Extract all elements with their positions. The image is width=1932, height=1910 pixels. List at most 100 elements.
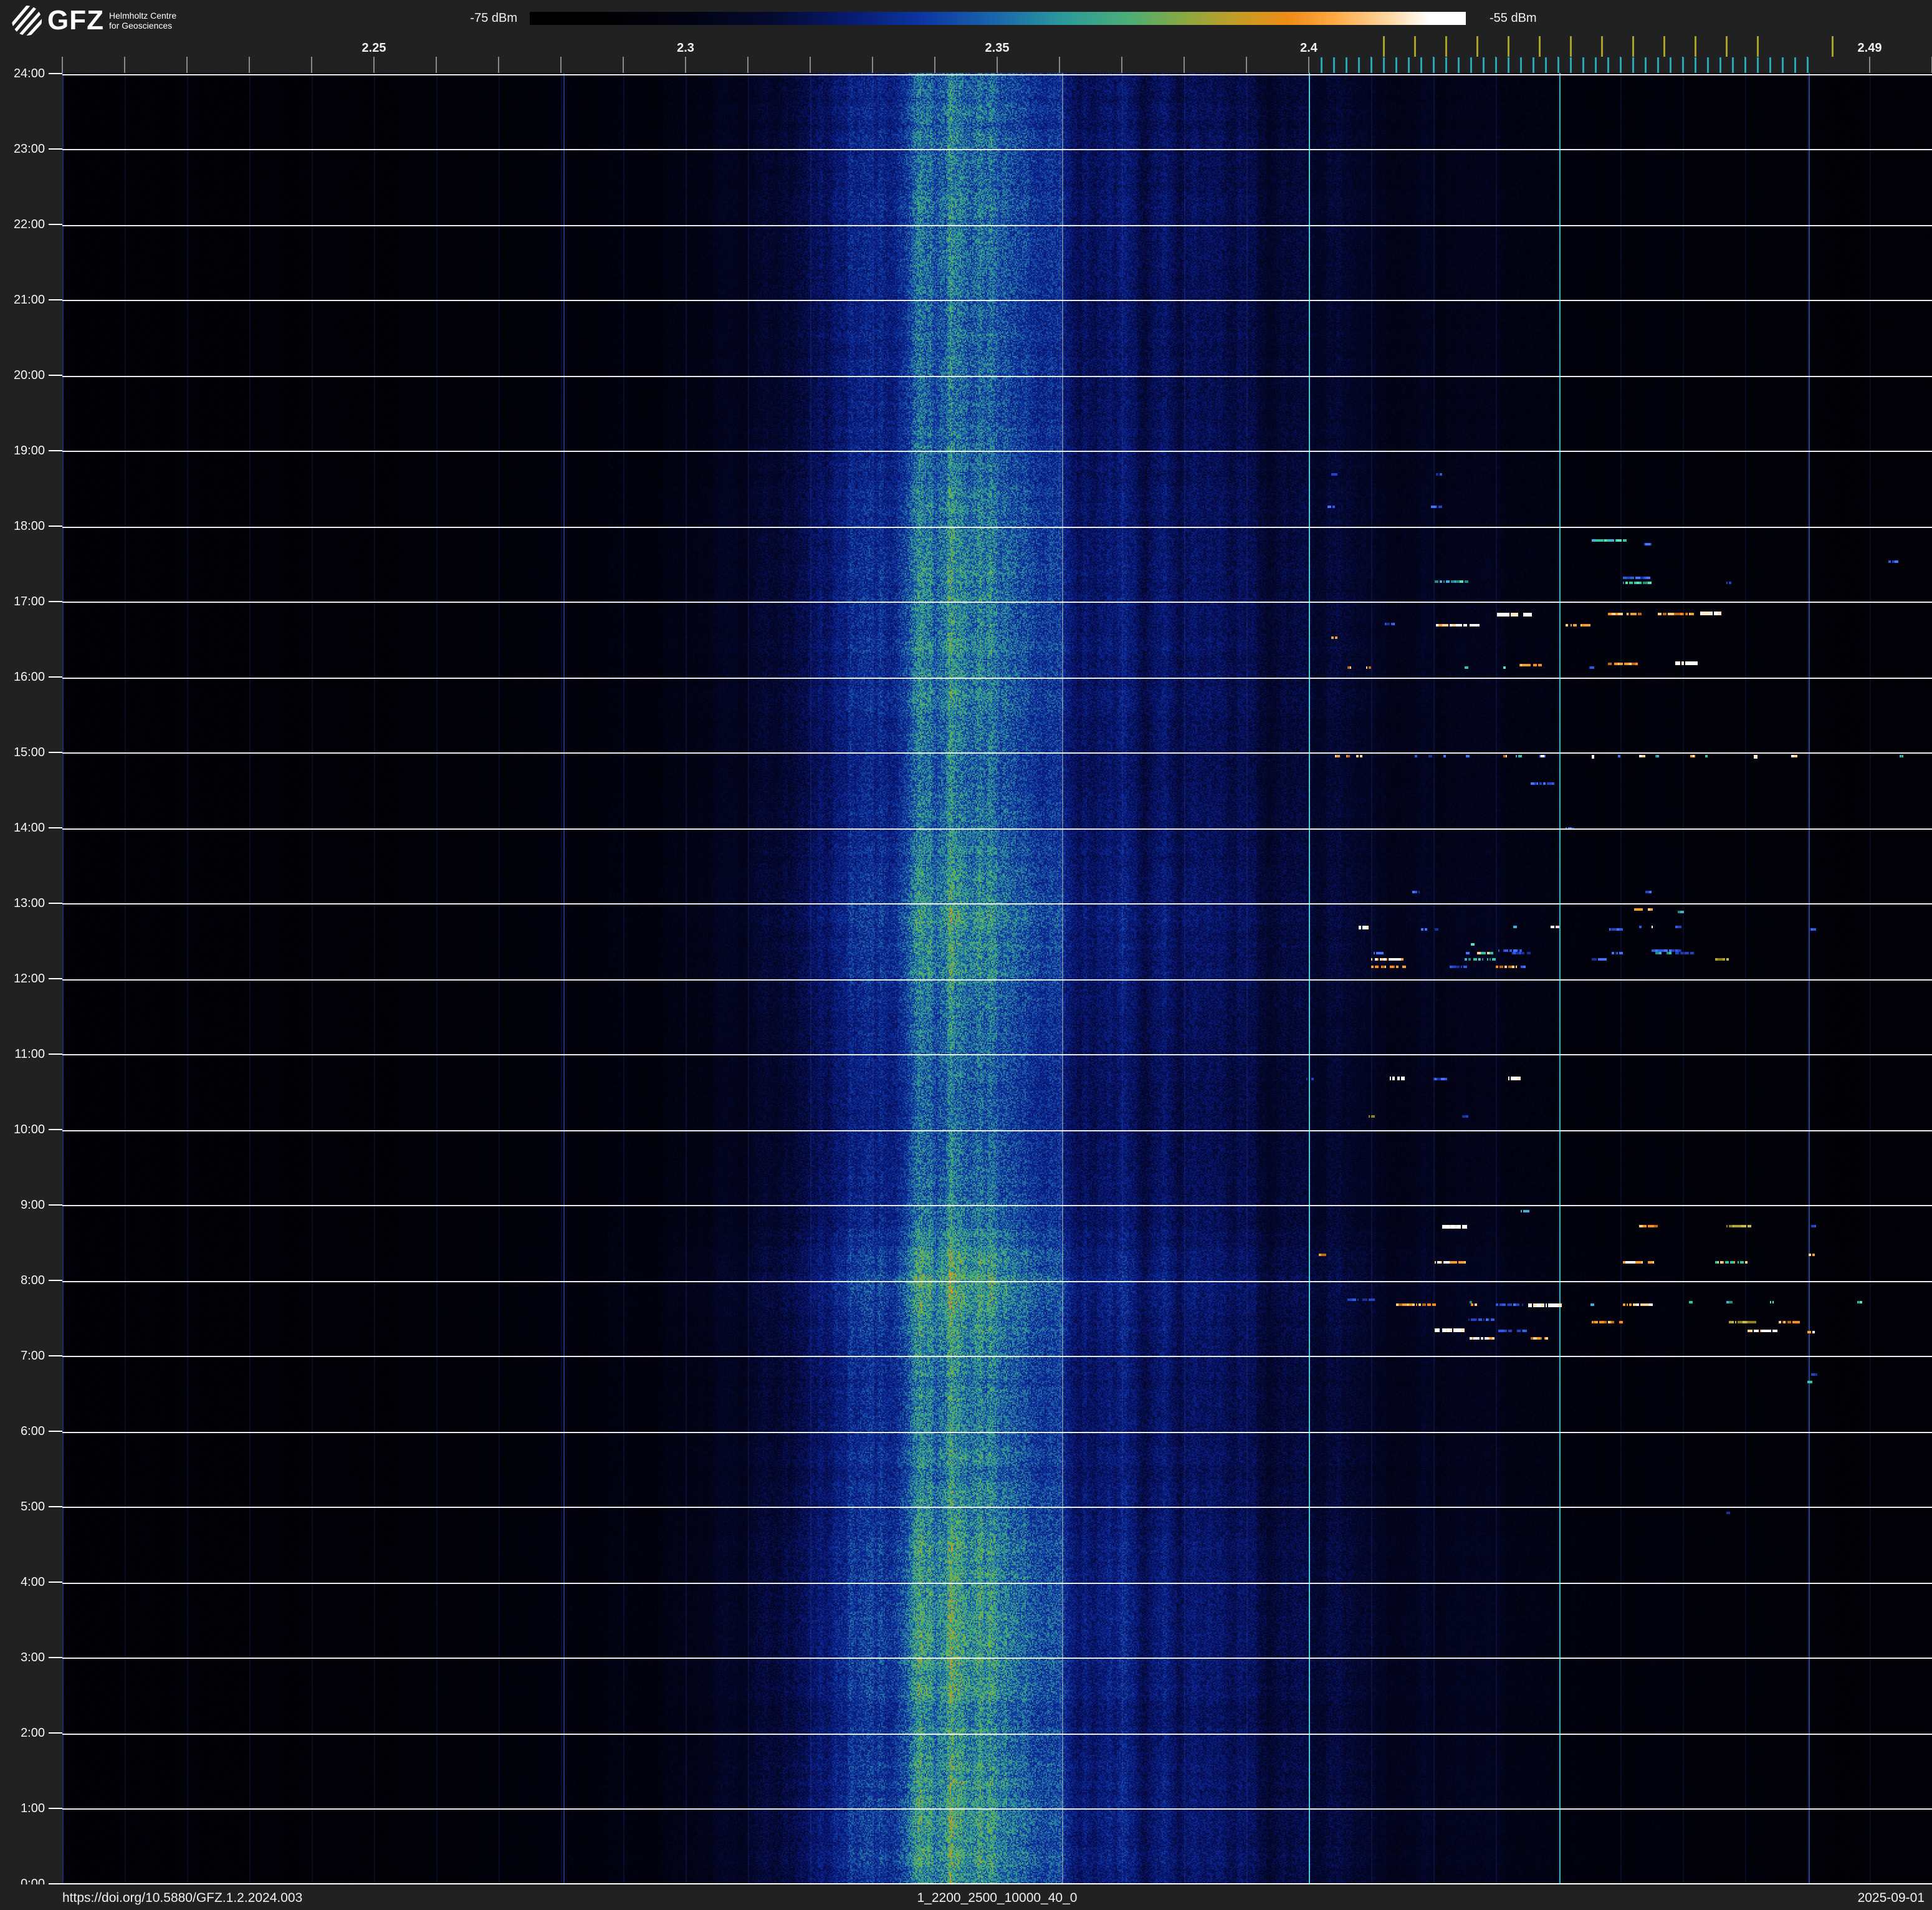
freq-label: 2.49	[1857, 41, 1882, 55]
time-label: 3:00	[21, 1651, 45, 1664]
hour-tick	[49, 827, 62, 828]
logo-acronym: GFZ	[47, 5, 104, 36]
time-label: 7:00	[21, 1349, 45, 1363]
time-label: 6:00	[21, 1424, 45, 1438]
time-label: 5:00	[21, 1500, 45, 1514]
ble-channel-tick	[1657, 57, 1659, 73]
time-label: 19:00	[13, 444, 45, 458]
freq-tick	[311, 57, 312, 73]
ble-channel-tick	[1769, 57, 1771, 73]
hour-tick	[49, 1657, 62, 1658]
time-label: 13:00	[13, 896, 45, 910]
ble-channel-tick	[1557, 57, 1559, 73]
hour-tick	[49, 1280, 62, 1281]
hour-tick	[49, 148, 62, 150]
time-label: 22:00	[13, 218, 45, 231]
ble-channel-tick	[1620, 57, 1622, 73]
freq-label: 2.4	[1300, 41, 1317, 55]
wifi-channel-tick	[1445, 36, 1447, 57]
time-label: 24:00	[13, 67, 45, 80]
wifi-channel-tick	[1601, 36, 1603, 57]
ble-channel-tick	[1533, 57, 1534, 73]
time-label: 17:00	[13, 595, 45, 608]
time-label: 21:00	[13, 293, 45, 307]
freq-tick	[62, 57, 63, 73]
footer-bar: https://doi.org/10.5880/GFZ.1.2.2024.003…	[0, 1884, 1932, 1910]
time-label: 4:00	[21, 1575, 45, 1589]
time-label: 10:00	[13, 1123, 45, 1136]
logo-subtitle: Helmholtz Centre for Geosciences	[108, 11, 177, 31]
ble-channel-tick	[1645, 57, 1647, 73]
ble-channel-tick	[1707, 57, 1709, 73]
time-label: 15:00	[13, 746, 45, 759]
ble-channel-tick	[1757, 57, 1759, 73]
wifi-channel-tick	[1476, 36, 1478, 57]
freq-label: 2.25	[361, 41, 386, 55]
ble-channel-tick	[1383, 57, 1385, 73]
ble-channel-tick	[1495, 57, 1497, 73]
time-label: 11:00	[14, 1047, 45, 1061]
freq-label: 2.3	[677, 41, 694, 55]
wifi-channel-tick	[1539, 36, 1541, 57]
freq-tick	[1184, 57, 1185, 73]
ble-channel-tick	[1719, 57, 1721, 73]
ble-channel-tick	[1682, 57, 1684, 73]
ble-channel-tick	[1321, 57, 1322, 73]
time-label: 9:00	[21, 1198, 45, 1212]
dataset-name: 1_2200_2500_10000_40_0	[917, 1891, 1078, 1905]
ble-channel-tick	[1520, 57, 1522, 73]
freq-tick	[1246, 57, 1247, 73]
ble-channel-tick	[1346, 57, 1347, 73]
hour-tick	[49, 224, 62, 225]
spectrogram-canvas	[62, 73, 1932, 1884]
time-label: 14:00	[13, 821, 45, 835]
ble-channel-tick	[1695, 57, 1696, 73]
hour-tick	[49, 73, 62, 74]
colorbar-max-label: -55 dBm	[1490, 11, 1537, 25]
ble-channel-tick	[1607, 57, 1609, 73]
hour-tick	[49, 1808, 62, 1809]
ble-channel-tick	[1458, 57, 1460, 73]
freq-tick	[560, 57, 562, 73]
wifi-channel-tick	[1570, 36, 1572, 57]
hour-tick	[49, 752, 62, 753]
hour-tick	[49, 1355, 62, 1356]
freq-tick	[872, 57, 873, 73]
freq-tick	[1308, 57, 1309, 73]
ble-channel-tick	[1408, 57, 1410, 73]
ble-channel-tick	[1445, 57, 1447, 73]
wifi-channel-tick	[1832, 36, 1834, 57]
hour-tick	[49, 375, 62, 376]
wifi-channel-tick	[1726, 36, 1728, 57]
hour-tick	[49, 525, 62, 527]
time-label: 23:00	[13, 142, 45, 156]
hour-tick	[49, 676, 62, 678]
ble-channel-tick	[1807, 57, 1809, 73]
time-label: 18:00	[13, 519, 45, 533]
ble-channel-tick	[1744, 57, 1746, 73]
time-label: 8:00	[21, 1274, 45, 1287]
ble-channel-tick	[1632, 57, 1634, 73]
time-label: 2:00	[21, 1726, 45, 1740]
ble-channel-tick	[1732, 57, 1734, 73]
spectrogram-report: GFZ Helmholtz Centre for Geosciences -75…	[0, 0, 1932, 1910]
ble-channel-tick	[1570, 57, 1572, 73]
ble-channel-tick	[1483, 57, 1485, 73]
time-label: 12:00	[13, 972, 45, 986]
hour-tick	[49, 299, 62, 300]
freq-tick	[436, 57, 437, 73]
freq-label: 2.35	[985, 41, 1010, 55]
ble-channel-tick	[1582, 57, 1584, 73]
ble-channel-tick	[1420, 57, 1422, 73]
freq-tick	[997, 57, 998, 73]
wifi-channel-tick	[1508, 36, 1509, 57]
ble-channel-tick	[1370, 57, 1372, 73]
ble-channel-tick	[1508, 57, 1509, 73]
date-label: 2025-09-01	[1857, 1891, 1925, 1905]
freq-tick	[373, 57, 375, 73]
wifi-channel-tick	[1632, 36, 1634, 57]
wifi-channel-tick	[1383, 36, 1385, 57]
hour-tick	[49, 1053, 62, 1055]
freq-tick	[685, 57, 686, 73]
freq-tick	[1869, 57, 1870, 73]
